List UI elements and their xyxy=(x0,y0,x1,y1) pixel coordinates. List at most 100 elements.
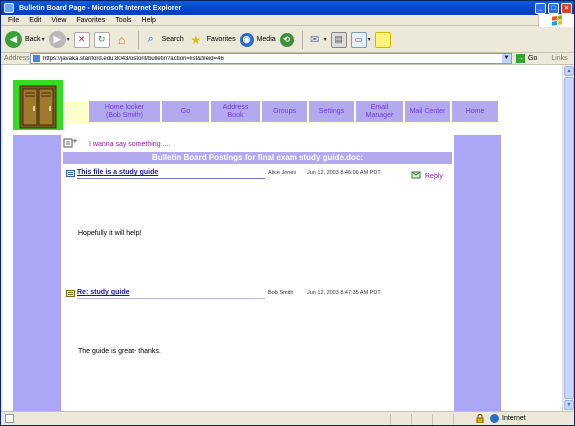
locker-icon xyxy=(19,85,57,129)
menu-bar: File Edit View Favorites Tools Help xyxy=(1,14,574,27)
post-item: Re: study guide Bob Smith Jun 12, 2003 8… xyxy=(63,289,452,369)
post-body: The guide is great- thanks. xyxy=(78,348,161,355)
links-button[interactable]: Links xyxy=(551,55,567,62)
nav-groups[interactable]: Groups xyxy=(262,101,308,122)
nav-sublabel: (Bob Smith) xyxy=(106,111,143,119)
mail-dropdown-icon[interactable]: ▾ xyxy=(324,36,327,43)
address-input[interactable]: https://javaka.stanford.edu:8043/ustorit… xyxy=(30,53,512,64)
print-button[interactable]: ▤ xyxy=(330,31,347,48)
standard-toolbar: ◀ Back ▾ ▶ ▾ ✕ ↻ ⌂ ⌕ Search ★ Favorites … xyxy=(1,27,574,53)
messenger-button[interactable] xyxy=(374,31,391,48)
vertical-scrollbar[interactable]: ▲ ▼ xyxy=(562,65,574,411)
reply-label: Reply xyxy=(425,173,443,180)
back-arrow-icon: ◀ xyxy=(5,31,22,48)
nav-home[interactable]: Home xyxy=(452,101,499,122)
refresh-button[interactable]: ↻ xyxy=(93,31,110,48)
stop-button[interactable]: ✕ xyxy=(73,31,90,48)
board-title: Bulletin Board Postings for final exam s… xyxy=(63,152,452,164)
title-bar: Bulletin Board Page - Microsoft Internet… xyxy=(1,1,574,15)
windows-logo-icon xyxy=(538,14,574,27)
reply-button[interactable]: Reply xyxy=(411,169,443,180)
menu-edit[interactable]: Edit xyxy=(29,17,41,24)
nav-sublabel: Manager xyxy=(365,111,394,119)
post-title-link[interactable]: Re: study guide xyxy=(77,289,265,299)
scroll-down-icon[interactable]: ▼ xyxy=(564,400,574,410)
compose-link[interactable]: + I wanna say something .... xyxy=(63,137,170,148)
nav-home-locker[interactable]: Home locker (Bob Smith) xyxy=(89,101,161,122)
favorites-button[interactable]: ★ Favorites xyxy=(188,32,236,48)
forward-button[interactable]: ▶ ▾ xyxy=(48,31,70,48)
status-bar: Internet xyxy=(1,411,574,425)
search-label: Search xyxy=(161,36,184,43)
scroll-thumb[interactable] xyxy=(564,77,574,399)
reply-message-icon xyxy=(66,290,75,297)
nav-settings[interactable]: Settings xyxy=(309,101,355,122)
scroll-up-icon[interactable]: ▲ xyxy=(564,66,574,76)
note-icon xyxy=(374,31,391,48)
forward-dropdown-icon[interactable]: ▾ xyxy=(67,36,70,43)
minimize-button[interactable]: _ xyxy=(535,2,546,14)
menu-favorites[interactable]: Favorites xyxy=(76,17,105,24)
edit-dropdown-icon[interactable]: ▾ xyxy=(368,36,371,43)
post-title-link[interactable]: This file is a study guide xyxy=(77,169,265,179)
nav-label: Go xyxy=(180,107,191,115)
window-title: Bulletin Board Page - Microsoft Internet… xyxy=(19,4,182,12)
post-header: Re: study guide Bob Smith Jun 12, 2003 8… xyxy=(63,289,452,301)
security-zone[interactable]: Internet xyxy=(476,414,526,423)
go-label: Go xyxy=(528,55,538,62)
menu-view[interactable]: View xyxy=(51,17,66,24)
close-button[interactable]: × xyxy=(561,2,572,14)
nav-label: Email xyxy=(370,103,389,111)
edit-page-icon: ▭ xyxy=(350,31,367,48)
nav-mail-center[interactable]: Mail Center xyxy=(405,101,451,122)
favorites-label: Favorites xyxy=(206,36,236,43)
nav-label: Address xyxy=(222,103,249,111)
refresh-icon: ↻ xyxy=(93,31,110,48)
right-column xyxy=(454,135,501,411)
nav-label: Home locker xyxy=(104,103,145,111)
home-button[interactable]: ⌂ xyxy=(114,32,130,48)
nav-label: Mail Center xyxy=(409,107,446,115)
address-url[interactable]: https://javaka.stanford.edu:8043/ustorit… xyxy=(43,56,502,62)
toolbar-separator xyxy=(137,30,139,49)
address-label: Address xyxy=(4,55,30,62)
address-dropdown-icon[interactable]: ▼ xyxy=(502,54,511,63)
status-cell xyxy=(432,414,452,425)
post-date: Jun 12, 2003 8:46:06 AM PDT xyxy=(307,170,381,176)
nav-label: Home xyxy=(465,107,485,115)
edit-button[interactable]: ▭ ▾ xyxy=(350,31,371,48)
menu-help[interactable]: Help xyxy=(142,17,156,24)
menu-file[interactable]: File xyxy=(8,17,19,24)
left-column xyxy=(13,135,61,411)
forward-arrow-icon: ▶ xyxy=(48,31,66,48)
lock-icon xyxy=(476,414,484,423)
maximize-button[interactable]: □ xyxy=(548,2,559,14)
nav-sublabel: Book xyxy=(227,111,244,119)
mail-button[interactable]: ✉ ▾ xyxy=(307,32,327,48)
svg-text:+: + xyxy=(72,137,77,145)
post-date: Jun 12, 2003 8:47:35 AM PDT xyxy=(307,290,381,296)
media-globe-icon: ◉ xyxy=(239,32,254,47)
back-dropdown-icon[interactable]: ▾ xyxy=(42,36,45,43)
status-cell xyxy=(411,414,431,425)
back-button[interactable]: ◀ Back ▾ xyxy=(5,31,45,48)
post-body: Hopefully it will help! xyxy=(78,230,142,237)
go-button[interactable]: → Go xyxy=(516,54,537,63)
ie-page-icon xyxy=(4,3,14,13)
media-button[interactable]: ◉ Media xyxy=(239,32,276,47)
compose-note-icon: + xyxy=(63,137,77,148)
nav-label: Groups xyxy=(273,107,296,115)
mail-icon: ✉ xyxy=(310,34,320,46)
search-button[interactable]: ⌕ Search xyxy=(143,32,184,48)
nav-email-manager[interactable]: Email Manager xyxy=(356,101,404,122)
status-cell xyxy=(390,414,410,425)
page-icon xyxy=(33,55,40,62)
history-button[interactable]: ⟲ xyxy=(279,32,294,47)
stop-icon: ✕ xyxy=(73,31,90,48)
compose-label[interactable]: I wanna say something .... xyxy=(89,141,170,148)
locker-logo[interactable] xyxy=(13,80,63,130)
nav-address-book[interactable]: Address Book xyxy=(211,101,261,122)
nav-go[interactable]: Go xyxy=(162,101,210,122)
printer-icon: ▤ xyxy=(330,31,347,48)
menu-tools[interactable]: Tools xyxy=(115,17,131,24)
